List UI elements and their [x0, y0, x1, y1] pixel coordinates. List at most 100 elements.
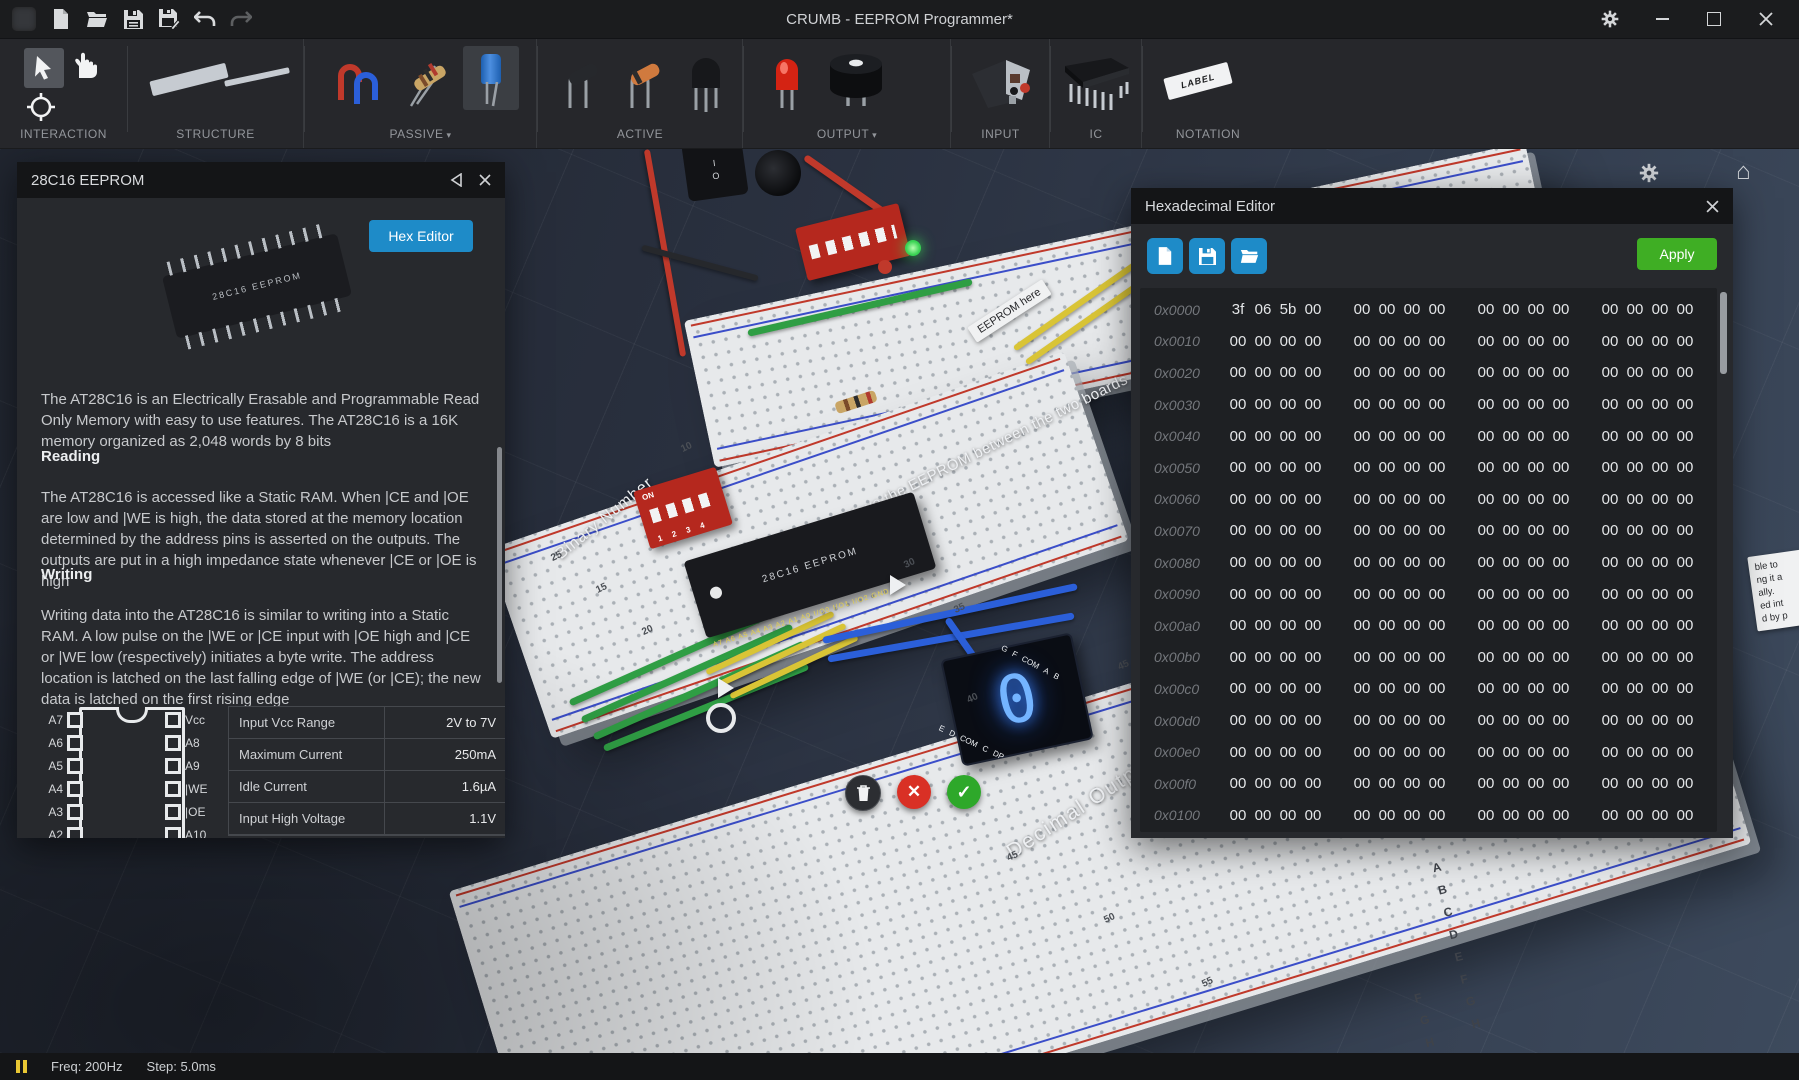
- hex-byte-cell[interactable]: 00: [1253, 364, 1273, 381]
- hex-byte-cell[interactable]: 00: [1427, 364, 1447, 381]
- hex-byte-cell[interactable]: 00: [1600, 586, 1620, 603]
- hex-byte-cell[interactable]: 00: [1427, 459, 1447, 476]
- hex-byte-cell[interactable]: 00: [1228, 522, 1248, 539]
- led-tool-icon[interactable]: [770, 52, 804, 110]
- hex-byte-cell[interactable]: 00: [1402, 744, 1422, 761]
- hex-byte-cell[interactable]: 00: [1303, 554, 1323, 571]
- hex-byte-cell[interactable]: 00: [1427, 396, 1447, 413]
- switch-module-tool-icon[interactable]: [966, 58, 1036, 110]
- hex-byte-cell[interactable]: 00: [1501, 775, 1521, 792]
- hex-byte-cell[interactable]: 00: [1278, 428, 1298, 445]
- hex-byte-cell[interactable]: 00: [1675, 428, 1695, 445]
- hex-byte-cell[interactable]: 00: [1352, 491, 1372, 508]
- hex-byte-cell[interactable]: 00: [1526, 586, 1546, 603]
- apply-button[interactable]: Apply: [1637, 238, 1717, 270]
- hex-byte-cell[interactable]: 00: [1402, 491, 1422, 508]
- hex-byte-cell[interactable]: 00: [1377, 649, 1397, 666]
- cursor-tool-button[interactable]: [24, 48, 64, 88]
- hex-byte-cell[interactable]: 00: [1551, 554, 1571, 571]
- hex-byte-cell[interactable]: 00: [1501, 554, 1521, 571]
- minimize-button[interactable]: [1651, 8, 1673, 30]
- hex-byte-cell[interactable]: 00: [1501, 522, 1521, 539]
- hex-byte-cell[interactable]: 00: [1303, 807, 1323, 824]
- hex-byte-cell[interactable]: 00: [1228, 428, 1248, 445]
- hex-byte-cell[interactable]: 00: [1228, 617, 1248, 634]
- hex-byte-cell[interactable]: 00: [1650, 491, 1670, 508]
- hex-byte-cell[interactable]: 00: [1501, 459, 1521, 476]
- save-icon[interactable]: [122, 8, 144, 30]
- hex-byte-cell[interactable]: 00: [1650, 364, 1670, 381]
- hex-byte-cell[interactable]: 00: [1278, 459, 1298, 476]
- hex-byte-cell[interactable]: 00: [1427, 649, 1447, 666]
- hex-byte-cell[interactable]: 00: [1675, 554, 1695, 571]
- hex-byte-cell[interactable]: 00: [1352, 396, 1372, 413]
- hex-open-button[interactable]: [1231, 238, 1267, 274]
- capacitor-tool-button[interactable]: [463, 46, 519, 110]
- hex-byte-cell[interactable]: 00: [1501, 744, 1521, 761]
- hex-byte-cell[interactable]: 00: [1625, 617, 1645, 634]
- hex-byte-cell[interactable]: 00: [1303, 775, 1323, 792]
- pause-icon[interactable]: [16, 1060, 27, 1073]
- hex-editor-scrollbar[interactable]: [1720, 292, 1727, 374]
- hex-byte-cell[interactable]: 00: [1526, 428, 1546, 445]
- hex-byte-cell[interactable]: 00: [1551, 680, 1571, 697]
- hex-byte-cell[interactable]: 00: [1303, 459, 1323, 476]
- hex-byte-cell[interactable]: 00: [1526, 712, 1546, 729]
- back-chevron-icon[interactable]: [450, 173, 463, 187]
- hex-byte-cell[interactable]: 00: [1551, 364, 1571, 381]
- jumper-wires-tool-icon[interactable]: [335, 54, 381, 106]
- hex-byte-cell[interactable]: 00: [1228, 554, 1248, 571]
- hex-byte-cell[interactable]: 00: [1377, 775, 1397, 792]
- hex-byte-cell[interactable]: 00: [1650, 522, 1670, 539]
- hex-byte-cell[interactable]: 00: [1253, 428, 1273, 445]
- hex-byte-cell[interactable]: 00: [1228, 680, 1248, 697]
- hex-byte-cell[interactable]: 00: [1352, 333, 1372, 350]
- hex-byte-cell[interactable]: 00: [1600, 807, 1620, 824]
- hex-byte-cell[interactable]: 5b: [1278, 301, 1298, 318]
- hex-byte-cell[interactable]: 00: [1650, 649, 1670, 666]
- hex-byte-cell[interactable]: 00: [1650, 617, 1670, 634]
- hex-byte-cell[interactable]: 00: [1526, 617, 1546, 634]
- hex-byte-cell[interactable]: 00: [1377, 364, 1397, 381]
- hex-byte-cell[interactable]: 00: [1278, 522, 1298, 539]
- rod-tool-icon[interactable]: [224, 67, 290, 87]
- hex-byte-cell[interactable]: 00: [1476, 586, 1496, 603]
- hex-byte-cell[interactable]: 00: [1303, 680, 1323, 697]
- hex-byte-cell[interactable]: 00: [1228, 712, 1248, 729]
- hex-byte-cell[interactable]: 00: [1551, 428, 1571, 445]
- hex-byte-cell[interactable]: 00: [1402, 586, 1422, 603]
- hex-byte-cell[interactable]: 00: [1352, 522, 1372, 539]
- resistor-tool-icon[interactable]: [403, 58, 447, 108]
- scene-settings-gear-icon[interactable]: [1638, 162, 1660, 184]
- hex-byte-cell[interactable]: 00: [1427, 712, 1447, 729]
- hex-byte-cell[interactable]: 00: [1377, 744, 1397, 761]
- hex-byte-cell[interactable]: 00: [1600, 554, 1620, 571]
- hex-byte-cell[interactable]: 00: [1600, 301, 1620, 318]
- hex-byte-cell[interactable]: 00: [1352, 364, 1372, 381]
- hex-byte-cell[interactable]: 00: [1352, 649, 1372, 666]
- hex-byte-cell[interactable]: 00: [1551, 333, 1571, 350]
- hex-byte-cell[interactable]: 00: [1625, 680, 1645, 697]
- hex-byte-cell[interactable]: 00: [1278, 617, 1298, 634]
- save-as-icon[interactable]: [158, 8, 180, 30]
- hex-byte-cell[interactable]: 00: [1402, 649, 1422, 666]
- hex-byte-cell[interactable]: 00: [1303, 333, 1323, 350]
- hex-byte-cell[interactable]: 00: [1675, 301, 1695, 318]
- hex-byte-cell[interactable]: 00: [1352, 586, 1372, 603]
- hex-byte-cell[interactable]: 00: [1352, 712, 1372, 729]
- hex-byte-cell[interactable]: 00: [1278, 333, 1298, 350]
- hex-byte-cell[interactable]: 00: [1675, 680, 1695, 697]
- hex-byte-cell[interactable]: 00: [1228, 807, 1248, 824]
- hex-byte-cell[interactable]: 00: [1526, 649, 1546, 666]
- hex-byte-cell[interactable]: 00: [1377, 459, 1397, 476]
- hex-byte-cell[interactable]: 00: [1476, 744, 1496, 761]
- hex-byte-cell[interactable]: 00: [1427, 491, 1447, 508]
- hex-byte-cell[interactable]: 00: [1402, 680, 1422, 697]
- hex-byte-cell[interactable]: 00: [1377, 680, 1397, 697]
- hex-byte-cell[interactable]: 00: [1476, 807, 1496, 824]
- hex-byte-cell[interactable]: 00: [1278, 554, 1298, 571]
- hex-byte-cell[interactable]: 00: [1253, 333, 1273, 350]
- hex-byte-cell[interactable]: 00: [1526, 396, 1546, 413]
- hex-byte-cell[interactable]: 00: [1625, 396, 1645, 413]
- hex-byte-cell[interactable]: 00: [1625, 712, 1645, 729]
